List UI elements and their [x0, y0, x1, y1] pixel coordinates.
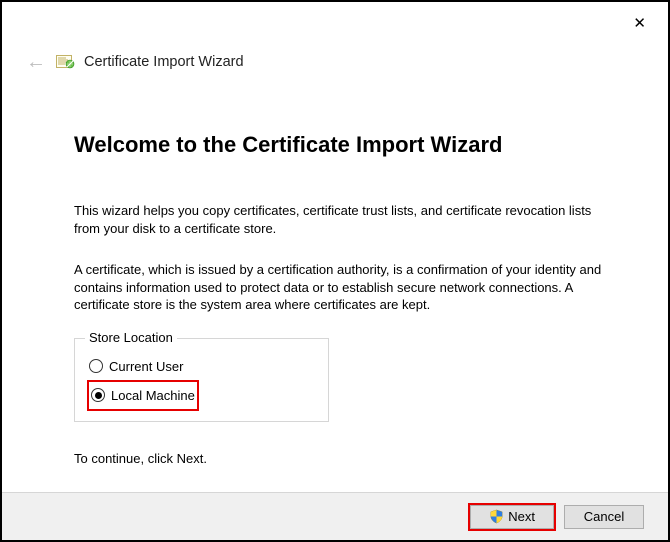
uac-shield-icon	[489, 509, 504, 524]
radio-label: Local Machine	[111, 388, 195, 403]
radio-icon	[91, 388, 105, 402]
wizard-title: Certificate Import Wizard	[84, 54, 244, 70]
radio-local-machine[interactable]: Local Machine	[87, 380, 199, 411]
next-button[interactable]: Next	[470, 505, 554, 529]
wizard-header: ← Certificate Import Wizard	[24, 52, 244, 72]
cancel-label: Cancel	[584, 509, 624, 524]
wizard-content: Welcome to the Certificate Import Wizard…	[74, 132, 602, 491]
footer-bar: Next Cancel	[2, 492, 668, 540]
back-arrow-icon: ←	[24, 52, 48, 72]
certificate-wizard-icon	[56, 54, 76, 70]
radio-icon	[89, 359, 103, 373]
store-location-legend: Store Location	[85, 330, 177, 345]
intro-paragraph-2: A certificate, which is issued by a cert…	[74, 261, 602, 314]
intro-paragraph-1: This wizard helps you copy certificates,…	[74, 202, 602, 237]
radio-current-user[interactable]: Current User	[87, 353, 185, 380]
next-label: Next	[508, 509, 535, 524]
close-icon: ✕	[633, 15, 646, 32]
store-location-group: Store Location Current User Local Machin…	[74, 338, 329, 422]
radio-label: Current User	[109, 359, 183, 374]
page-title: Welcome to the Certificate Import Wizard	[74, 132, 602, 158]
continue-hint: To continue, click Next.	[74, 450, 602, 468]
close-button[interactable]: ✕	[627, 12, 652, 35]
cancel-button[interactable]: Cancel	[564, 505, 644, 529]
